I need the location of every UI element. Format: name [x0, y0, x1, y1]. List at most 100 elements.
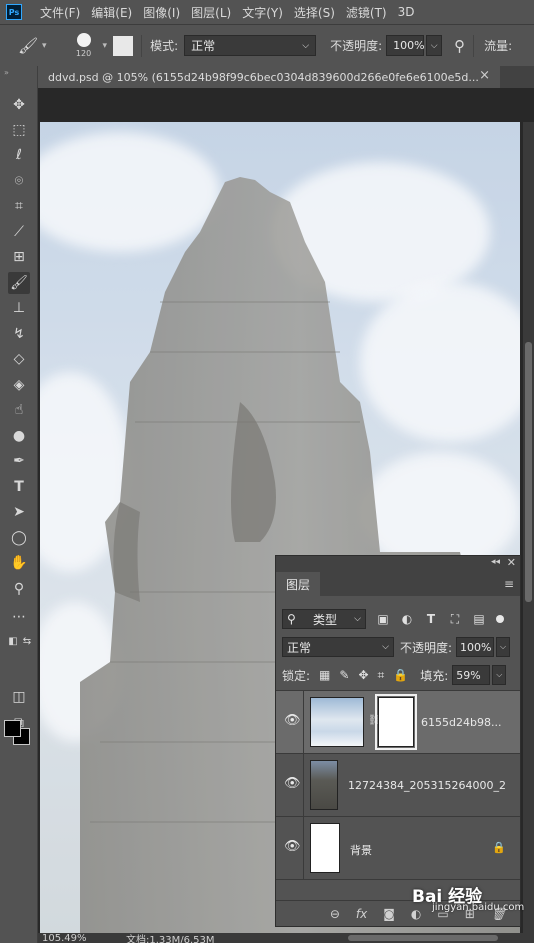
chevron-down-icon[interactable]: ⌵	[496, 637, 511, 657]
opacity-dropdown[interactable]: ⌵	[426, 35, 443, 56]
layer-thumbnail[interactable]	[310, 760, 338, 810]
lock-position-icon[interactable]: ✥	[358, 668, 368, 682]
brush-tool-icon[interactable]: 🖌	[8, 272, 30, 294]
adjustment-layer-icon[interactable]: ◐	[411, 907, 421, 921]
vertical-scrollbar[interactable]	[523, 122, 534, 933]
lock-pixels-icon[interactable]: ✎	[339, 668, 349, 682]
chevron-down-icon: ⌵	[354, 614, 361, 624]
opacity-label: 不透明度:	[330, 39, 383, 53]
quick-mask-icon[interactable]: ◫	[8, 686, 30, 708]
document-tab[interactable]: ddvd.psd @ 105% (6155d24b98f99c6bec0304d…	[38, 66, 500, 88]
pressure-opacity-icon[interactable]: ⚲	[454, 37, 465, 55]
link-layers-icon[interactable]: ⊖	[330, 907, 340, 921]
visibility-eye-icon[interactable]: 👁	[284, 776, 301, 791]
blend-row: 正常 ⌵ 不透明度: 100% ⌵	[276, 634, 520, 660]
layer-name[interactable]: 6155d24b98...	[421, 716, 501, 729]
eraser-tool-icon[interactable]: ◇	[8, 348, 30, 370]
type-tool-icon[interactable]: T	[8, 476, 30, 498]
history-brush-tool-icon[interactable]: ↯	[8, 323, 30, 345]
vertical-scroll-thumb[interactable]	[525, 342, 532, 602]
lock-transparent-icon[interactable]: ▦	[319, 668, 330, 682]
filter-toggle[interactable]	[496, 615, 504, 623]
filter-adjustment-icon[interactable]: ◐	[400, 612, 414, 626]
zoom-level[interactable]: 105.49%	[42, 933, 112, 943]
marquee-tool-icon[interactable]: ⬚	[8, 119, 30, 141]
filter-pixel-icon[interactable]: ▣	[376, 612, 390, 626]
layer-thumbnail[interactable]	[310, 697, 364, 747]
pen-tool-icon[interactable]: ✒	[8, 450, 30, 472]
menu-file[interactable]: 文件(F)	[40, 4, 80, 21]
horizontal-scroll-thumb[interactable]	[348, 935, 498, 941]
more-tools-icon[interactable]: ⋯	[8, 606, 30, 628]
layers-panel-tabs: 图层 ≡	[276, 572, 520, 596]
menu-3d[interactable]: 3D	[398, 5, 415, 19]
lock-artboard-icon[interactable]: ⌗	[378, 668, 385, 683]
layer-name[interactable]: 背景	[350, 842, 372, 858]
layer-filter-select[interactable]: ⚲ 类型 ⌵	[282, 609, 366, 629]
flow-label: 流量:	[484, 39, 513, 53]
menu-edit[interactable]: 编辑(E)	[91, 4, 132, 21]
menu-type[interactable]: 文字(Y)	[242, 4, 283, 21]
visibility-eye-icon[interactable]: 👁	[284, 839, 301, 854]
divider	[473, 34, 475, 57]
filter-smart-object-icon[interactable]: ▤	[472, 612, 486, 626]
ellipse-tool-icon[interactable]: ◯	[8, 527, 30, 549]
path-select-tool-icon[interactable]: ➤	[8, 501, 30, 523]
zoom-tool-icon[interactable]: ⚲	[8, 578, 30, 600]
quick-select-tool-icon[interactable]: ⌾	[8, 170, 30, 192]
swap-colors-icon[interactable]: ⇆	[16, 630, 38, 652]
brush-preset-icon[interactable]: 🖌	[18, 36, 38, 55]
layer-opacity-input[interactable]: 100%	[456, 637, 495, 657]
search-icon: ⚲	[287, 612, 296, 626]
filter-shape-icon[interactable]: ⛶	[448, 612, 462, 626]
layer-style-fx-icon[interactable]: fx	[356, 907, 367, 921]
menu-layer[interactable]: 图层(L)	[191, 4, 231, 21]
watermark-url: jingyan.baidu.com	[432, 902, 525, 913]
foreground-color-swatch[interactable]	[4, 720, 21, 737]
hand-tool-icon[interactable]: ✋	[8, 552, 30, 574]
visibility-eye-icon[interactable]: 👁	[284, 713, 301, 728]
blend-mode-select[interactable]: 正常 ⌵	[282, 637, 394, 657]
lock-all-icon[interactable]: 🔒	[393, 668, 408, 682]
menu-select[interactable]: 选择(S)	[294, 4, 335, 21]
layer-opacity-value: 100%	[460, 640, 492, 654]
layer-fill-input[interactable]: 59%	[452, 665, 491, 685]
chevron-down-icon[interactable]: ▾	[42, 41, 47, 51]
add-mask-icon[interactable]: ◙	[383, 907, 395, 921]
move-tool-icon[interactable]: ✥	[8, 94, 30, 116]
mode-value: 正常	[191, 39, 216, 53]
layer-filter-row: ⚲ 类型 ⌵ ▣ ◐ T ⛶ ▤	[276, 606, 520, 632]
layer-thumbnail[interactable]	[310, 823, 340, 873]
tools-panel: » ✥ ⬚ ℓ ⌾ ⌗ ⟋ ⊞ 🖌 ⊥ ↯ ◇ ◈ ☝ ● ✒ T ➤ ◯ ✋ …	[0, 66, 38, 943]
chevron-down-icon[interactable]: ⌵	[492, 665, 507, 685]
eyedropper-tool-icon[interactable]: ⟋	[8, 221, 30, 243]
collapse-panel-icon[interactable]: ◂◂	[491, 557, 500, 567]
brush-panel-toggle-icon[interactable]	[113, 35, 134, 56]
chevron-down-icon[interactable]: ▾	[103, 41, 108, 51]
layer-row[interactable]: 👁 12724384_205315264000_2	[276, 754, 520, 817]
document-size-info[interactable]: 文档:1.33M/6.53M	[126, 933, 246, 943]
opacity-input[interactable]: 100%	[386, 35, 425, 56]
brush-size-picker[interactable]: 120	[69, 33, 99, 58]
layer-name[interactable]: 12724384_205315264000_2	[348, 779, 506, 792]
panel-grip-icon[interactable]: »	[4, 68, 9, 77]
mode-select[interactable]: 正常 ⌵	[184, 35, 317, 56]
menu-image[interactable]: 图像(I)	[143, 4, 180, 21]
dodge-tool-icon[interactable]: ●	[8, 425, 30, 447]
layers-panel: ◂◂ ✕ 图层 ≡ ⚲ 类型 ⌵ ▣ ◐ T ⛶ ▤ 正常 ⌵ 不透明度: 10…	[275, 555, 521, 927]
panel-menu-icon[interactable]: ≡	[504, 577, 514, 591]
healing-tool-icon[interactable]: ⊞	[8, 246, 30, 268]
stamp-tool-icon[interactable]: ⊥	[8, 297, 30, 319]
menu-filter[interactable]: 滤镜(T)	[346, 4, 387, 21]
layer-row[interactable]: 👁 ⛓ 6155d24b98...	[276, 691, 520, 754]
filter-type-icon[interactable]: T	[424, 612, 438, 626]
crop-tool-icon[interactable]: ⌗	[8, 195, 30, 217]
smudge-tool-icon[interactable]: ☝	[8, 399, 30, 421]
close-icon[interactable]: ✕	[507, 556, 516, 569]
close-icon[interactable]: ×	[479, 68, 490, 83]
paint-bucket-tool-icon[interactable]: ◈	[8, 374, 30, 396]
layer-mask-thumbnail[interactable]	[375, 694, 417, 750]
tab-layers[interactable]: 图层	[276, 572, 320, 596]
layer-row[interactable]: 👁 背景 🔒	[276, 817, 520, 880]
lasso-tool-icon[interactable]: ℓ	[8, 144, 30, 166]
